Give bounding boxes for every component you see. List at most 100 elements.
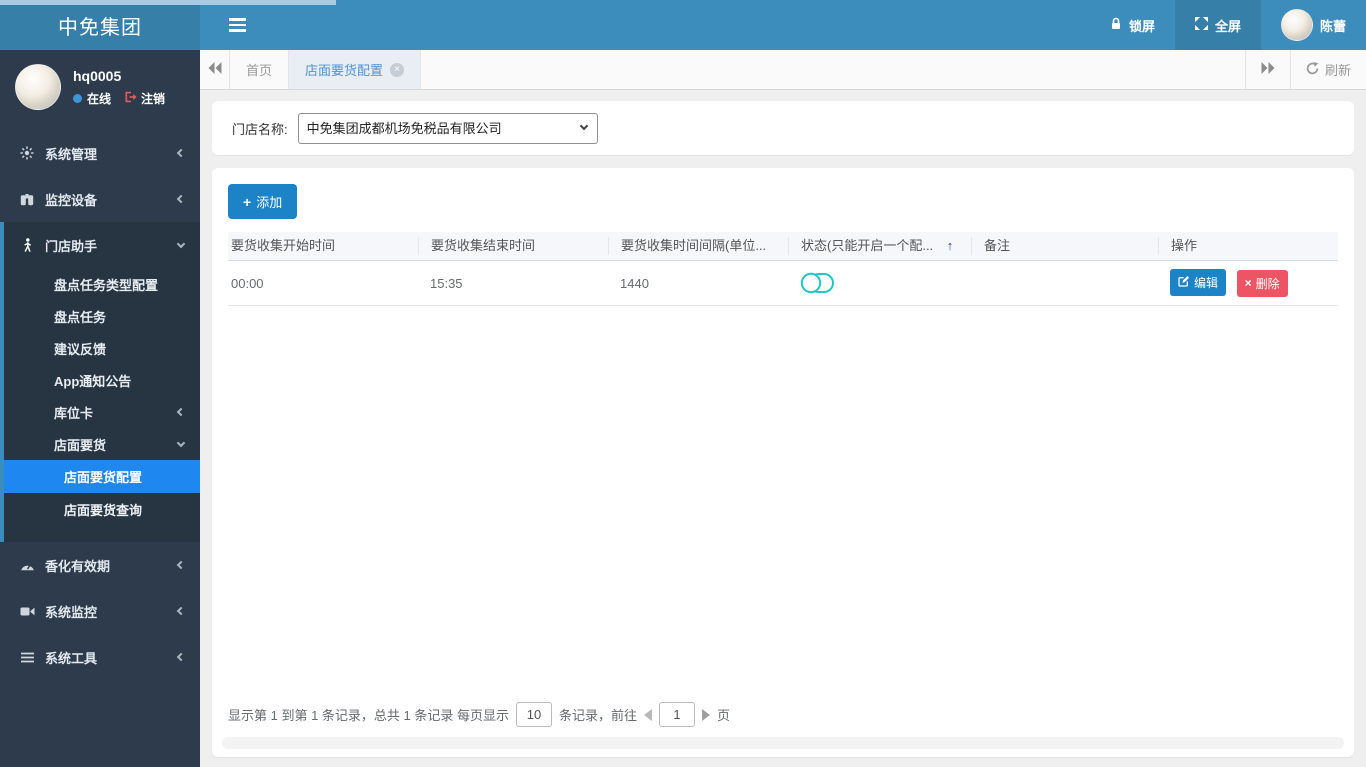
- add-button-label: 添加: [256, 195, 283, 210]
- fullscreen-button[interactable]: 全屏: [1174, 0, 1261, 50]
- top-progress-strip: [0, 0, 336, 5]
- plus-icon: +: [243, 193, 252, 210]
- pagination-summary: 显示第 1 到第 1 条记录，总共 1 条记录 每页显示: [228, 708, 509, 723]
- sidebar-item-monitor-devices[interactable]: 监控设备: [0, 176, 200, 222]
- filter-panel: 门店名称: 中免集团成都机场免税品有限公司: [212, 101, 1354, 155]
- fullscreen-label: 全屏: [1214, 18, 1241, 34]
- fullscreen-icon: [1194, 17, 1208, 33]
- sidebar: hq0005 在线 注销 系统管理 监控设备 门店助手 盘点任务类型配置 盘点任…: [0, 50, 200, 767]
- brand-logo[interactable]: 中免集团: [0, 0, 200, 50]
- tab-close-icon[interactable]: ×: [390, 62, 405, 77]
- tabs-scroll-left-button[interactable]: [200, 50, 230, 89]
- sidebar-item-system-monitor[interactable]: 系统监控: [0, 588, 200, 634]
- person-icon: [16, 237, 38, 253]
- sidebar-item-label: 门店助手: [45, 238, 98, 254]
- table-panel: + 添加 要货收集开始时间 要货收集结束时间 要货收集时间间隔(单位... 状态…: [212, 168, 1354, 757]
- page-size-input[interactable]: [515, 702, 552, 727]
- tabs-scroll-right-button[interactable]: [1244, 50, 1290, 89]
- cell-actions: 编辑 × 删除: [1158, 269, 1338, 297]
- user-menu[interactable]: 陈蕾: [1261, 0, 1366, 50]
- prev-page-icon[interactable]: [644, 708, 652, 721]
- bars-icon: [16, 652, 38, 663]
- pagination: 显示第 1 到第 1 条记录，总共 1 条记录 每页显示 条记录，前往 页: [228, 702, 730, 727]
- sidebar-item-label: 店面要货配置: [64, 470, 143, 485]
- refresh-label: 刷新: [1324, 63, 1351, 78]
- page-number-input[interactable]: [659, 702, 695, 727]
- chevron-down-icon: [176, 239, 186, 249]
- tab-store-requisition-config[interactable]: 店面要货配置 ×: [289, 50, 422, 89]
- column-header-end-time[interactable]: 要货收集结束时间: [418, 237, 608, 255]
- cell-end-time: 15:35: [430, 275, 463, 291]
- refresh-button[interactable]: 刷新: [1289, 50, 1366, 89]
- config-table: 要货收集开始时间 要货收集结束时间 要货收集时间间隔(单位... 状态(只能开启…: [228, 232, 1338, 306]
- avatar: [1280, 9, 1313, 41]
- sidebar-item-label: 系统管理: [45, 146, 98, 162]
- sidebar-item-label: 库位卡: [54, 405, 94, 421]
- chevron-left-icon: [176, 652, 186, 662]
- table-row: 00:00 15:35 1440 编辑 × 删除: [228, 261, 1338, 306]
- sidebar-item-store-requisition[interactable]: 店面要货: [4, 428, 200, 460]
- avatar: [15, 64, 61, 110]
- sidebar-item-bin-card[interactable]: 库位卡: [4, 396, 200, 428]
- store-select[interactable]: 中免集团成都机场免税品有限公司: [297, 112, 598, 144]
- tab-home[interactable]: 首页: [230, 50, 290, 89]
- chevron-left-icon: [176, 148, 186, 158]
- top-navbar: 中免集团 锁屏 全屏 陈蕾: [0, 0, 1366, 50]
- sidebar-item-label: 监控设备: [45, 192, 98, 208]
- sort-asc-icon[interactable]: ↑: [947, 238, 954, 253]
- sidebar-item-store-assistant[interactable]: 门店助手: [4, 222, 200, 268]
- column-header-remark[interactable]: 备注: [971, 237, 1158, 255]
- pagination-summary-middle: 条记录，前往: [558, 708, 637, 723]
- cell-interval: 1440: [620, 275, 649, 291]
- delete-button[interactable]: × 删除: [1236, 269, 1288, 297]
- sidebar-item-label: 系统工具: [45, 650, 98, 666]
- sidebar-item-label: 香化有效期: [45, 558, 111, 574]
- sidebar-item-fragrance-expiry[interactable]: 香化有效期: [0, 542, 200, 588]
- sidebar-item-label: 建议反馈: [54, 341, 107, 357]
- edit-icon: [1178, 275, 1190, 290]
- toggle-off-icon[interactable]: [800, 271, 834, 298]
- logout-icon: [124, 91, 137, 106]
- double-chevron-right-icon: [1261, 62, 1275, 77]
- sidebar-item-inventory-task[interactable]: 盘点任务: [4, 300, 200, 332]
- sidebar-item-label: 店面要货: [54, 437, 107, 453]
- column-header-interval[interactable]: 要货收集时间间隔(单位...: [608, 237, 788, 255]
- sidebar-item-system-tools[interactable]: 系统工具: [0, 634, 200, 680]
- sidebar-item-inventory-task-type-config[interactable]: 盘点任务类型配置: [4, 268, 200, 300]
- hamburger-icon[interactable]: [214, 0, 260, 50]
- online-dot-icon: [73, 93, 82, 103]
- logout-button[interactable]: 注销: [124, 90, 165, 107]
- sidebar-item-label: 盘点任务: [54, 309, 107, 325]
- sidebar-item-label: 系统监控: [45, 604, 98, 620]
- chevron-left-icon: [176, 194, 186, 204]
- edit-button[interactable]: 编辑: [1170, 269, 1227, 297]
- online-status-label: 在线: [87, 91, 112, 106]
- tab-label: 店面要货配置: [305, 63, 384, 78]
- lock-screen-button[interactable]: 锁屏: [1090, 0, 1175, 50]
- video-camera-icon: [16, 606, 38, 617]
- table-header-row: 要货收集开始时间 要货收集结束时间 要货收集时间间隔(单位... 状态(只能开启…: [228, 232, 1338, 261]
- gear-icon: [16, 146, 38, 160]
- sidebar-item-store-requisition-config[interactable]: 店面要货配置: [4, 460, 200, 493]
- sidebar-item-store-requisition-query[interactable]: 店面要货查询: [4, 493, 200, 526]
- column-header-start-time[interactable]: 要货收集开始时间: [228, 237, 418, 255]
- sidebar-item-app-notice[interactable]: App通知公告: [4, 364, 200, 396]
- column-header-label: 状态(只能开启一个配...: [801, 238, 934, 253]
- add-button[interactable]: + 添加: [228, 184, 298, 219]
- username: 陈蕾: [1319, 18, 1346, 34]
- chevron-down-icon: [176, 438, 186, 448]
- lock-screen-label: 锁屏: [1128, 18, 1155, 34]
- horizontal-scrollbar[interactable]: [222, 737, 1344, 749]
- next-page-icon[interactable]: [702, 708, 710, 721]
- logout-label: 注销: [141, 91, 166, 106]
- sidebar-item-label: 盘点任务类型配置: [54, 277, 159, 293]
- close-icon: ×: [1244, 276, 1252, 291]
- pagination-summary-suffix: 页: [717, 708, 731, 723]
- store-name-label: 门店名称:: [232, 121, 288, 137]
- double-chevron-left-icon: [208, 61, 222, 79]
- content-area: 门店名称: 中免集团成都机场免税品有限公司 + 添加 要货收集开始时间 要货收集…: [200, 91, 1366, 767]
- column-header-status[interactable]: 状态(只能开启一个配... ↑: [788, 237, 971, 255]
- sidebar-item-system-management[interactable]: 系统管理: [0, 130, 200, 176]
- sidebar-item-suggestion-feedback[interactable]: 建议反馈: [4, 332, 200, 364]
- sidebar-item-label: App通知公告: [54, 373, 132, 389]
